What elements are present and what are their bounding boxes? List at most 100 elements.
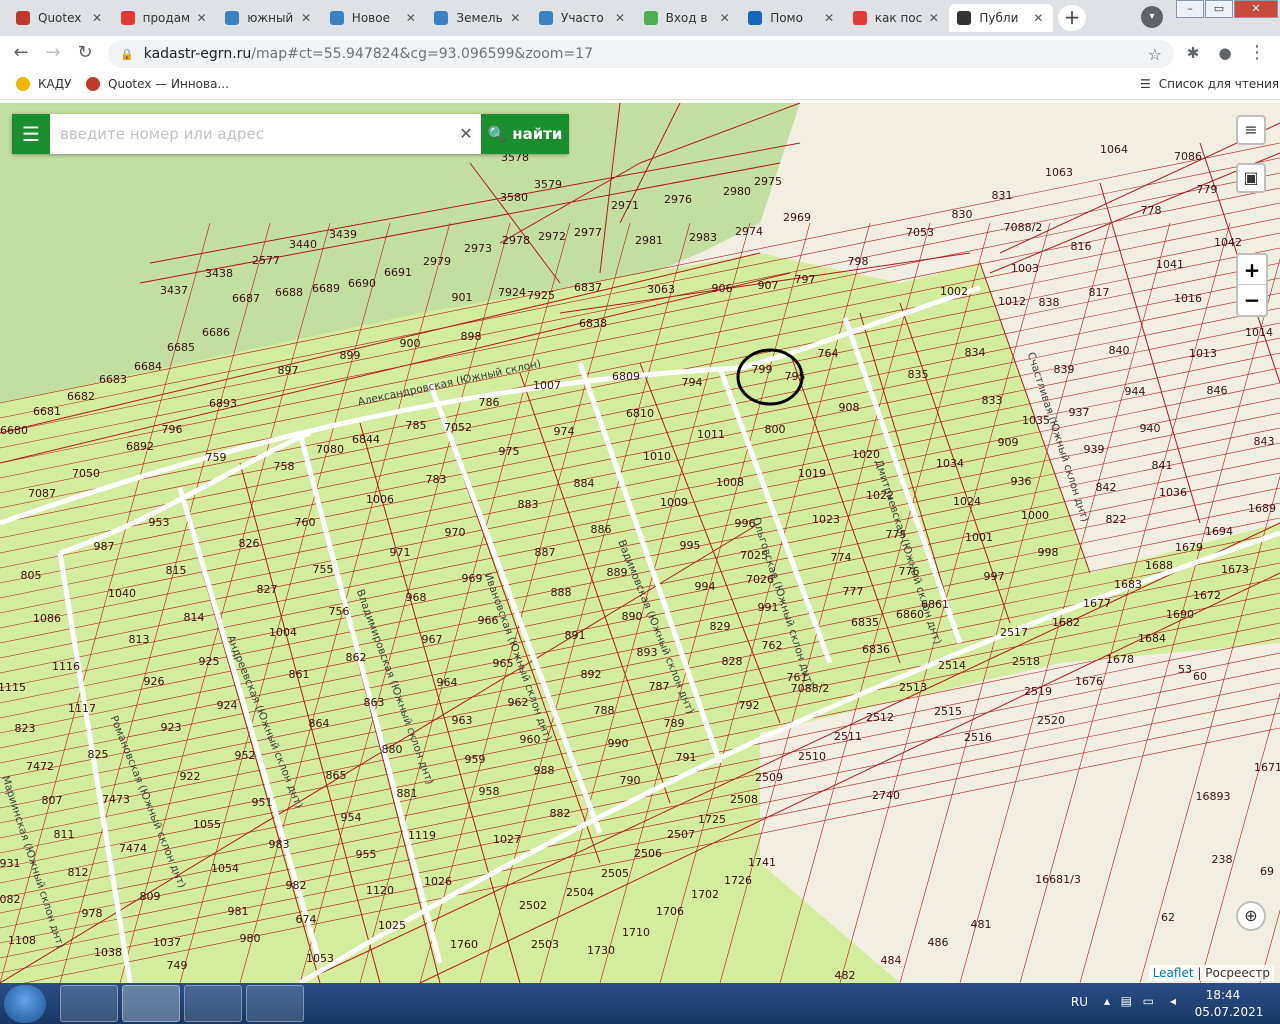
plot-label[interactable]: 1726 [724, 874, 752, 887]
plot-label[interactable]: 966 [478, 614, 499, 627]
plot-label[interactable]: 1672 [1193, 589, 1221, 602]
profile-icon[interactable]: ● [1214, 42, 1236, 64]
plot-label[interactable]: 2979 [423, 255, 451, 268]
plot-label[interactable]: 1036 [1159, 486, 1187, 499]
plot-label[interactable]: 891 [565, 629, 586, 642]
plot-label[interactable]: 817 [1089, 286, 1110, 299]
plot-label[interactable]: 6686 [202, 326, 230, 339]
plot-label[interactable]: 6810 [626, 407, 654, 420]
volume-icon[interactable]: ◂ [1170, 994, 1176, 1008]
plot-label[interactable]: 1023 [812, 513, 840, 526]
plot-label[interactable]: 974 [554, 425, 575, 438]
plot-label[interactable]: 834 [965, 346, 986, 359]
plot-label[interactable]: 2513 [899, 681, 927, 694]
plot-label[interactable]: 887 [535, 546, 556, 559]
plot-label[interactable]: 893 [637, 646, 658, 659]
plot-label[interactable]: 846 [1207, 384, 1228, 397]
plot-label[interactable]: 2507 [667, 828, 695, 841]
plot-label[interactable]: 6683 [99, 373, 127, 386]
plot-label[interactable]: 960 [520, 733, 541, 746]
plot-label[interactable]: 6680 [0, 424, 28, 437]
plot-label[interactable]: 1020 [852, 448, 880, 461]
plot-label[interactable]: 7050 [72, 467, 100, 480]
plot-label[interactable]: 811 [54, 828, 75, 841]
plot-label[interactable]: 890 [622, 610, 643, 623]
plot-label[interactable]: 486 [928, 936, 949, 949]
plot-label[interactable]: 1000 [1021, 509, 1049, 522]
plot-label[interactable]: 1119 [408, 829, 436, 842]
plot-label[interactable]: 2505 [601, 867, 629, 880]
plot-label[interactable]: 1684 [1138, 632, 1166, 645]
address-bar[interactable]: 🔒 kadastr-egrn.ru/map#ct=55.947824&cg=93… [108, 40, 1174, 68]
plot-label[interactable]: 1673 [1221, 563, 1249, 576]
plot-label[interactable]: 922 [180, 770, 201, 783]
browser-tab[interactable]: Земель ✕ [426, 4, 530, 32]
plot-label[interactable]: 62 [1161, 911, 1175, 924]
plot-label[interactable]: 1671 [1254, 761, 1280, 774]
plot-label[interactable]: 968 [406, 591, 427, 604]
plot-label[interactable]: 082 [0, 893, 21, 906]
plot-label[interactable]: 2981 [635, 234, 663, 247]
tab-search-icon[interactable]: ▾ [1141, 6, 1163, 28]
plot-label[interactable]: 674 [296, 913, 317, 926]
plot-label[interactable]: 888 [551, 586, 572, 599]
plot-label[interactable]: 6691 [384, 266, 412, 279]
tab-close-icon[interactable]: ✕ [195, 11, 209, 25]
plot-label[interactable]: 865 [326, 769, 347, 782]
plot-label[interactable]: 952 [235, 749, 256, 762]
plot-label[interactable]: 1688 [1145, 559, 1173, 572]
plot-label[interactable]: 789 [664, 717, 685, 730]
plot-label[interactable]: 923 [161, 721, 182, 734]
plot-label[interactable]: 886 [591, 523, 612, 536]
plot-label[interactable]: 2503 [531, 938, 559, 951]
plot-label[interactable]: 809 [140, 890, 161, 903]
plot-label[interactable]: 995 [680, 539, 701, 552]
plot-label[interactable]: 3439 [329, 228, 357, 241]
browser-tab[interactable]: Публи ✕ [949, 4, 1054, 32]
plot-label[interactable]: 1725 [698, 813, 726, 826]
plot-label[interactable]: 2516 [964, 731, 992, 744]
plot-label[interactable]: 883 [518, 498, 539, 511]
plot-label[interactable]: 1009 [660, 496, 688, 509]
plot-label[interactable]: 749 [167, 959, 188, 972]
plot-label[interactable]: 954 [341, 811, 362, 824]
plot-label[interactable]: 997 [984, 570, 1005, 583]
forward-button[interactable]: → [42, 42, 64, 64]
plot-label[interactable]: 2977 [574, 226, 602, 239]
tab-close-icon[interactable]: ✕ [404, 11, 418, 25]
plot-label[interactable]: 1003 [1011, 262, 1039, 275]
bookmark-quotex[interactable]: Quotex — Иннова... [86, 77, 229, 91]
plot-label[interactable]: 2510 [798, 750, 826, 763]
reading-list-button[interactable]: ☰ Список для чтения [1140, 77, 1279, 91]
notepad-icon[interactable] [246, 985, 304, 1022]
plot-label[interactable]: 901 [452, 291, 473, 304]
plot-label[interactable]: 1677 [1083, 597, 1111, 610]
plot-label[interactable]: 835 [908, 368, 929, 381]
plot-label[interactable]: 1054 [211, 862, 239, 875]
plot-label[interactable]: 2971 [611, 199, 639, 212]
plot-label[interactable]: 814 [184, 611, 205, 624]
plot-label[interactable]: 1702 [691, 888, 719, 901]
plot-label[interactable]: 1120 [366, 884, 394, 897]
plot-label[interactable]: 6681 [33, 405, 61, 418]
plot-label[interactable]: 1690 [1166, 608, 1194, 621]
plot-label[interactable]: 7080 [316, 443, 344, 456]
plot-label[interactable]: 785 [406, 419, 427, 432]
plot-label[interactable]: 1108 [8, 934, 36, 947]
plot-label[interactable]: 959 [465, 753, 486, 766]
locate-icon[interactable]: ⊕ [1236, 901, 1266, 931]
bookmark-kadu[interactable]: КАДУ [16, 77, 71, 91]
plot-label[interactable]: 975 [499, 445, 520, 458]
action-center-icon[interactable]: ▭ [1143, 994, 1154, 1008]
extensions-icon[interactable]: ✱ [1182, 42, 1204, 64]
plot-label[interactable]: 813 [129, 633, 150, 646]
plot-label[interactable]: 940 [1140, 422, 1161, 435]
plot-label[interactable]: 2520 [1037, 714, 1065, 727]
plot-label[interactable]: 792 [739, 699, 760, 712]
plot-label[interactable]: 1037 [153, 936, 181, 949]
plot-label[interactable]: 884 [574, 477, 595, 490]
plot-label[interactable]: 1025 [378, 919, 406, 932]
plot-label[interactable]: 827 [257, 583, 278, 596]
browser-tab[interactable]: Вход в ✕ [636, 4, 740, 32]
plot-label[interactable]: 6809 [612, 370, 640, 383]
